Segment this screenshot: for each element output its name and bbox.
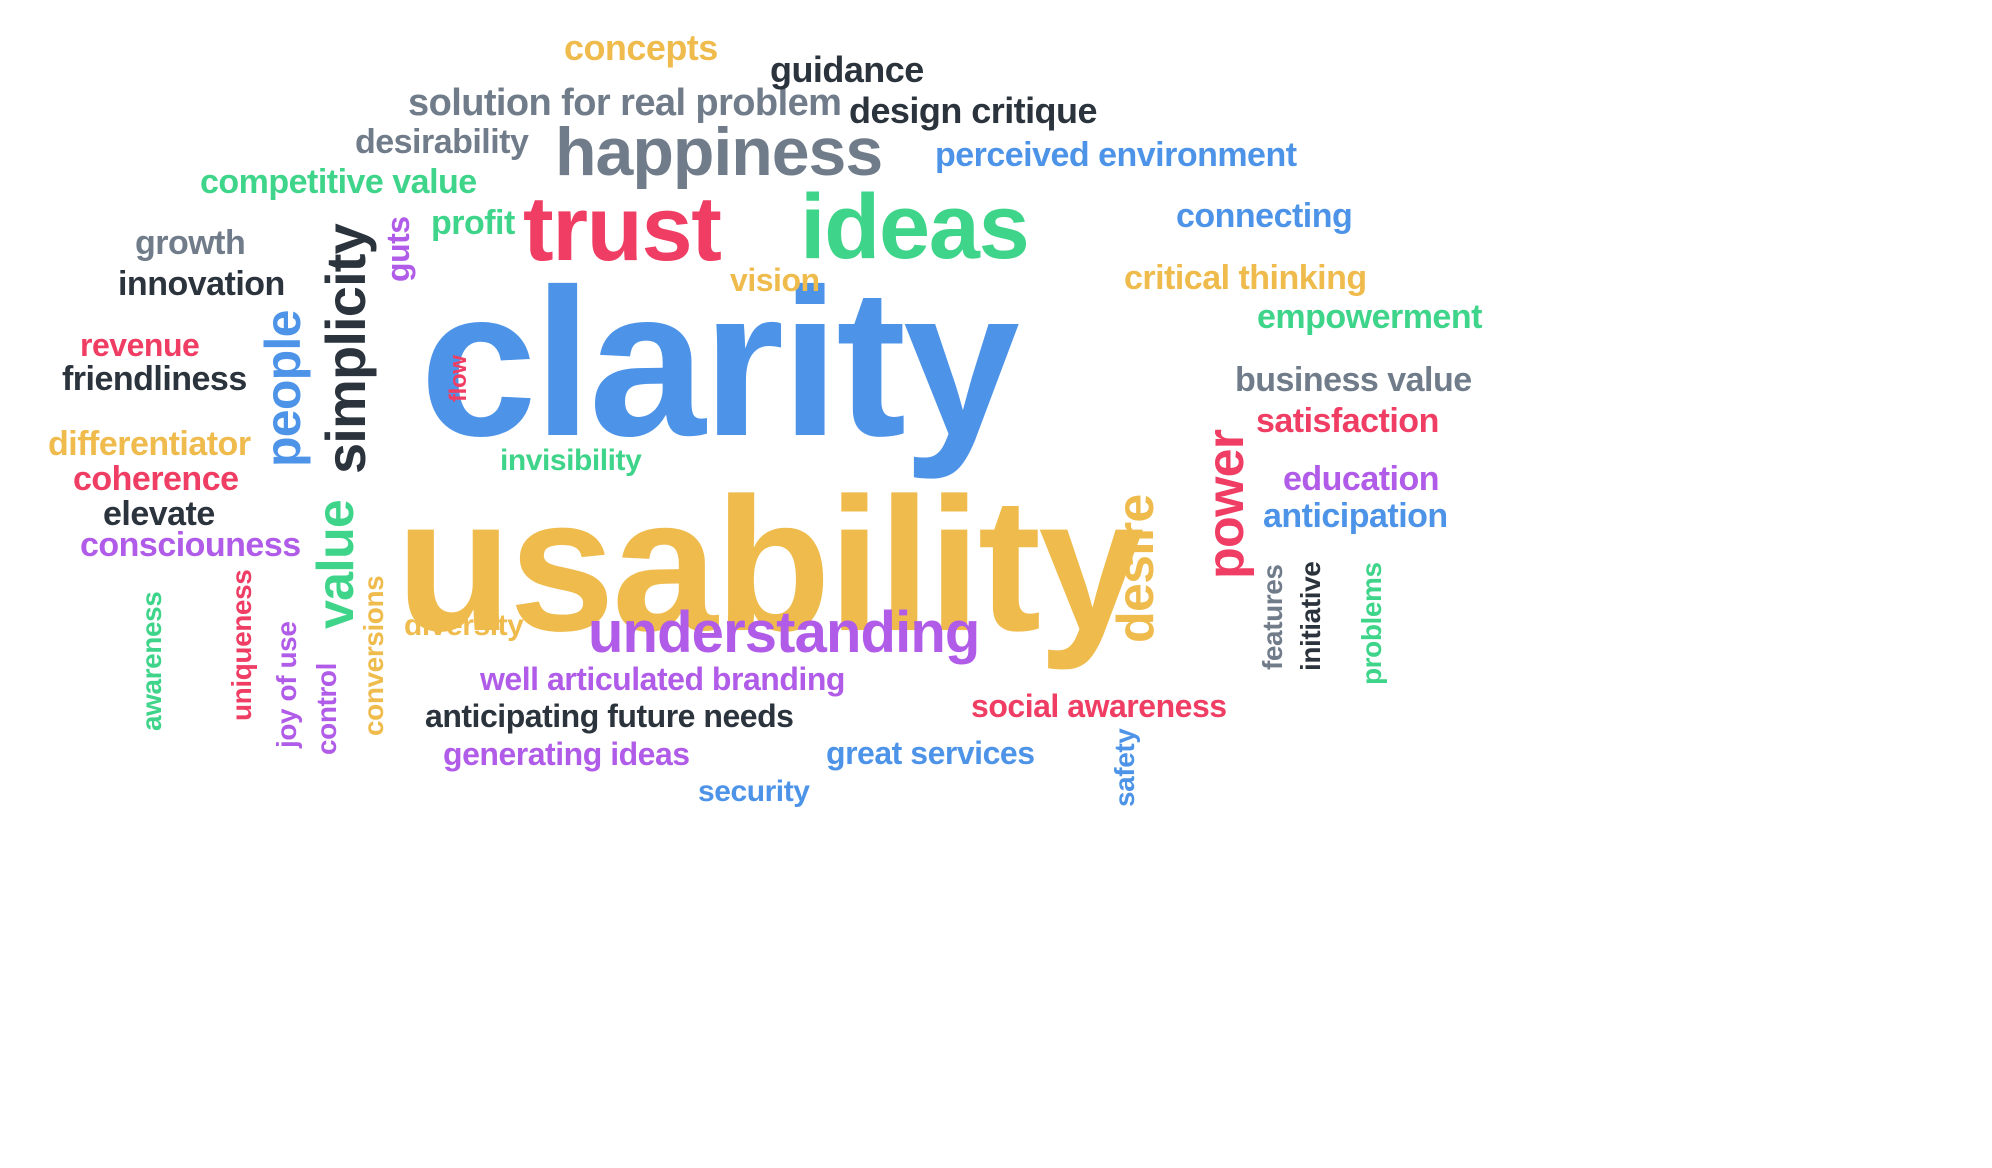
word-diversity: diversity: [404, 609, 524, 642]
word-ideas: ideas: [800, 176, 1030, 278]
word-empowerment: empowerment: [1257, 298, 1482, 336]
word-business-value: business value: [1235, 361, 1472, 399]
word-safety: safety: [1109, 728, 1140, 807]
word-education: education: [1283, 460, 1439, 498]
word-design-critique: design critique: [849, 90, 1097, 131]
word-initiative: initiative: [1295, 561, 1326, 671]
word-happiness: happiness: [555, 114, 883, 190]
word-desirability: desirability: [355, 123, 529, 161]
word-flow: flow: [445, 355, 472, 402]
word-coherence: coherence: [73, 460, 239, 498]
word-invisibility: invisibility: [500, 444, 642, 477]
word-control: control: [311, 663, 342, 755]
word-understanding: understanding: [588, 600, 980, 665]
word-features: features: [1257, 564, 1288, 670]
word-differentiator: differentiator: [48, 425, 251, 463]
word-cloud: clarity usability trust ideas happiness under…: [0, 0, 1992, 1168]
word-simplicity: simplicity: [314, 224, 377, 474]
word-problems: problems: [1356, 562, 1387, 685]
word-growth: growth: [135, 224, 246, 262]
word-well-articulated-branding: well articulated branding: [480, 661, 845, 697]
word-clarity: clarity: [420, 245, 1020, 480]
word-connecting: connecting: [1176, 197, 1353, 235]
word-desire: desire: [1107, 494, 1165, 643]
word-revenue: revenue: [80, 327, 200, 363]
word-conversions: conversions: [358, 575, 389, 736]
word-power: power: [1197, 429, 1255, 579]
word-perceived-environment: perceived environment: [935, 136, 1297, 174]
word-trust: trust: [523, 178, 722, 280]
word-anticipation: anticipation: [1263, 497, 1448, 535]
word-guidance: guidance: [770, 49, 924, 90]
word-profit: profit: [431, 204, 515, 242]
word-joy-of-use: joy of use: [271, 621, 302, 749]
word-value: value: [307, 499, 365, 629]
word-security: security: [698, 775, 810, 808]
word-generating-ideas: generating ideas: [443, 736, 690, 772]
word-anticipating-future-needs: anticipating future needs: [425, 698, 794, 734]
word-satisfaction: satisfaction: [1256, 402, 1439, 440]
word-critical-thinking: critical thinking: [1124, 259, 1367, 297]
word-consciouness: consciouness: [80, 526, 301, 564]
word-innovation: innovation: [118, 265, 285, 303]
word-social-awareness: social awareness: [971, 688, 1227, 724]
word-competitive-value: competitive value: [200, 163, 477, 201]
word-awareness: awareness: [136, 591, 167, 731]
word-uniqueness: uniqueness: [226, 569, 257, 721]
word-great-services: great services: [826, 735, 1035, 771]
word-guts: guts: [380, 216, 416, 282]
word-vision: vision: [730, 262, 820, 298]
word-friendliness: friendliness: [62, 360, 247, 398]
word-concepts: concepts: [564, 27, 718, 68]
word-people: people: [255, 310, 311, 467]
